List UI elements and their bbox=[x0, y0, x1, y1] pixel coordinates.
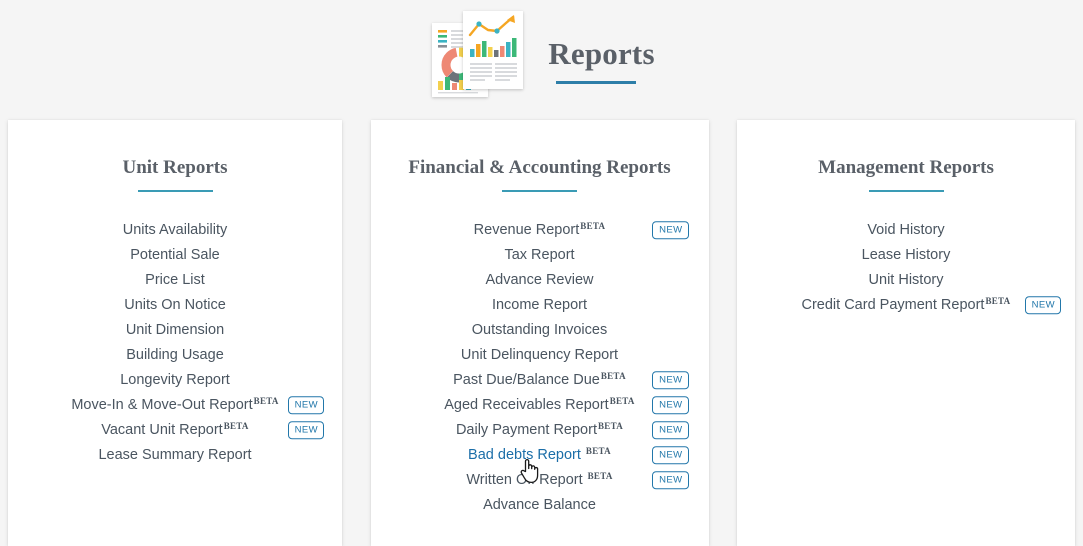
new-badge[interactable]: NEW bbox=[287, 396, 324, 414]
new-badge[interactable]: NEW bbox=[652, 421, 689, 439]
new-badge[interactable]: NEW bbox=[652, 396, 689, 414]
report-link[interactable]: Building Usage bbox=[126, 347, 224, 363]
list-item[interactable]: Move-In & Move-Out Report BETA NEW bbox=[8, 393, 342, 418]
list-item[interactable]: Lease History bbox=[737, 243, 1075, 268]
list-item[interactable]: Daily Payment Report BETA NEW bbox=[371, 418, 709, 443]
list-item[interactable]: Unit Delinquency Report bbox=[371, 343, 709, 368]
report-link[interactable]: Price List bbox=[145, 272, 205, 288]
beta-tag: BETA bbox=[587, 471, 613, 482]
report-list-unit-reports: Units Availability Potential Sale Price … bbox=[8, 218, 342, 468]
report-link[interactable]: Revenue Report bbox=[474, 222, 580, 238]
report-link[interactable]: Unit History bbox=[869, 272, 944, 288]
beta-tag: BETA bbox=[609, 396, 635, 407]
card-title-management-reports: Management Reports bbox=[818, 157, 994, 178]
page-header: Reports bbox=[0, 0, 1083, 110]
list-item[interactable]: Revenue Report BETA NEW bbox=[371, 218, 709, 243]
report-cards-row: Unit Reports Units Availability Potentia… bbox=[0, 120, 1083, 546]
report-link[interactable]: Move-In & Move-Out Report bbox=[71, 397, 252, 413]
report-link[interactable]: Credit Card Payment Report bbox=[802, 297, 985, 313]
list-item[interactable]: Credit Card Payment Report BETA NEW bbox=[737, 293, 1075, 318]
report-link[interactable]: Lease Summary Report bbox=[98, 447, 251, 463]
report-doc-front-icon bbox=[463, 11, 524, 89]
report-link[interactable]: Unit Dimension bbox=[126, 322, 224, 338]
report-link[interactable]: Vacant Unit Report bbox=[101, 422, 222, 438]
list-item[interactable]: Vacant Unit Report BETA NEW bbox=[8, 418, 342, 443]
list-item[interactable]: Units On Notice bbox=[8, 293, 342, 318]
card-title-underline bbox=[502, 189, 577, 192]
list-item[interactable]: Potential Sale bbox=[8, 243, 342, 268]
card-unit-reports: Unit Reports Units Availability Potentia… bbox=[8, 120, 342, 546]
beta-tag: BETA bbox=[585, 446, 611, 457]
report-link[interactable]: Units Availability bbox=[123, 222, 228, 238]
report-link[interactable]: Outstanding Invoices bbox=[472, 322, 607, 338]
list-item[interactable]: Units Availability bbox=[8, 218, 342, 243]
card-financial-accounting-reports: Financial & Accounting Reports Revenue R… bbox=[370, 120, 709, 546]
report-link[interactable]: Past Due/Balance Due bbox=[453, 372, 600, 388]
new-badge[interactable]: NEW bbox=[652, 446, 689, 464]
report-link[interactable]: Advance Balance bbox=[483, 497, 596, 513]
report-link[interactable]: Lease History bbox=[862, 247, 951, 263]
list-item[interactable]: Income Report bbox=[371, 293, 709, 318]
beta-tag: BETA bbox=[600, 371, 626, 382]
list-item[interactable]: Lease Summary Report bbox=[8, 443, 342, 468]
list-item[interactable]: Past Due/Balance Due BETA NEW bbox=[371, 368, 709, 393]
list-item[interactable]: Price List bbox=[8, 268, 342, 293]
list-item[interactable]: Building Usage bbox=[8, 343, 342, 368]
list-item[interactable]: Advance Balance bbox=[371, 493, 709, 518]
report-link[interactable]: Tax Report bbox=[504, 247, 574, 263]
new-badge[interactable]: NEW bbox=[652, 371, 689, 389]
report-link[interactable]: Advance Review bbox=[486, 272, 594, 288]
report-link[interactable]: Longevity Report bbox=[120, 372, 230, 388]
card-title-unit-reports: Unit Reports bbox=[122, 157, 228, 178]
beta-tag: BETA bbox=[985, 296, 1011, 307]
report-link[interactable]: Unit Delinquency Report bbox=[461, 347, 618, 363]
new-badge[interactable]: NEW bbox=[652, 221, 689, 239]
report-link[interactable]: Daily Payment Report bbox=[456, 422, 597, 438]
new-badge[interactable]: NEW bbox=[1024, 296, 1061, 314]
report-link[interactable]: Potential Sale bbox=[130, 247, 219, 263]
beta-tag: BETA bbox=[253, 396, 279, 407]
reports-documents-icon bbox=[428, 9, 528, 101]
new-badge[interactable]: NEW bbox=[652, 471, 689, 489]
report-link[interactable]: Income Report bbox=[492, 297, 587, 313]
card-title-underline bbox=[137, 189, 213, 192]
report-link[interactable]: Written Off Report bbox=[466, 472, 582, 488]
report-link[interactable]: Bad debts Report bbox=[468, 447, 581, 463]
report-link[interactable]: Void History bbox=[867, 222, 944, 238]
card-title-financial-accounting-reports: Financial & Accounting Reports bbox=[408, 157, 671, 178]
report-list-financial-accounting: Revenue Report BETA NEW Tax Report Advanc… bbox=[371, 218, 709, 518]
list-item[interactable]: Written Off Report BETA NEW bbox=[371, 468, 709, 493]
list-item[interactable]: Unit History bbox=[737, 268, 1075, 293]
list-item[interactable]: Unit Dimension bbox=[8, 318, 342, 343]
report-link[interactable]: Units On Notice bbox=[124, 297, 226, 313]
beta-tag: BETA bbox=[223, 421, 249, 432]
beta-tag: BETA bbox=[597, 421, 624, 432]
card-title-underline bbox=[868, 189, 944, 192]
list-item[interactable]: Tax Report bbox=[371, 243, 709, 268]
list-item[interactable]: Advance Review bbox=[371, 268, 709, 293]
report-link[interactable]: Aged Receivables Report bbox=[444, 397, 608, 413]
list-item[interactable]: Longevity Report bbox=[8, 368, 342, 393]
list-item[interactable]: Bad debts Report BETA NEW bbox=[371, 443, 709, 468]
list-item[interactable]: Aged Receivables Report BETA NEW bbox=[371, 393, 709, 418]
card-management-reports: Management Reports Void History Lease Hi… bbox=[737, 120, 1075, 546]
list-item[interactable]: Outstanding Invoices bbox=[371, 318, 709, 343]
list-item[interactable]: Void History bbox=[737, 218, 1075, 243]
beta-tag: BETA bbox=[580, 221, 606, 232]
new-badge[interactable]: NEW bbox=[287, 421, 324, 439]
page-title: Reports bbox=[548, 35, 655, 84]
report-list-management: Void History Lease History Unit History … bbox=[737, 218, 1075, 318]
